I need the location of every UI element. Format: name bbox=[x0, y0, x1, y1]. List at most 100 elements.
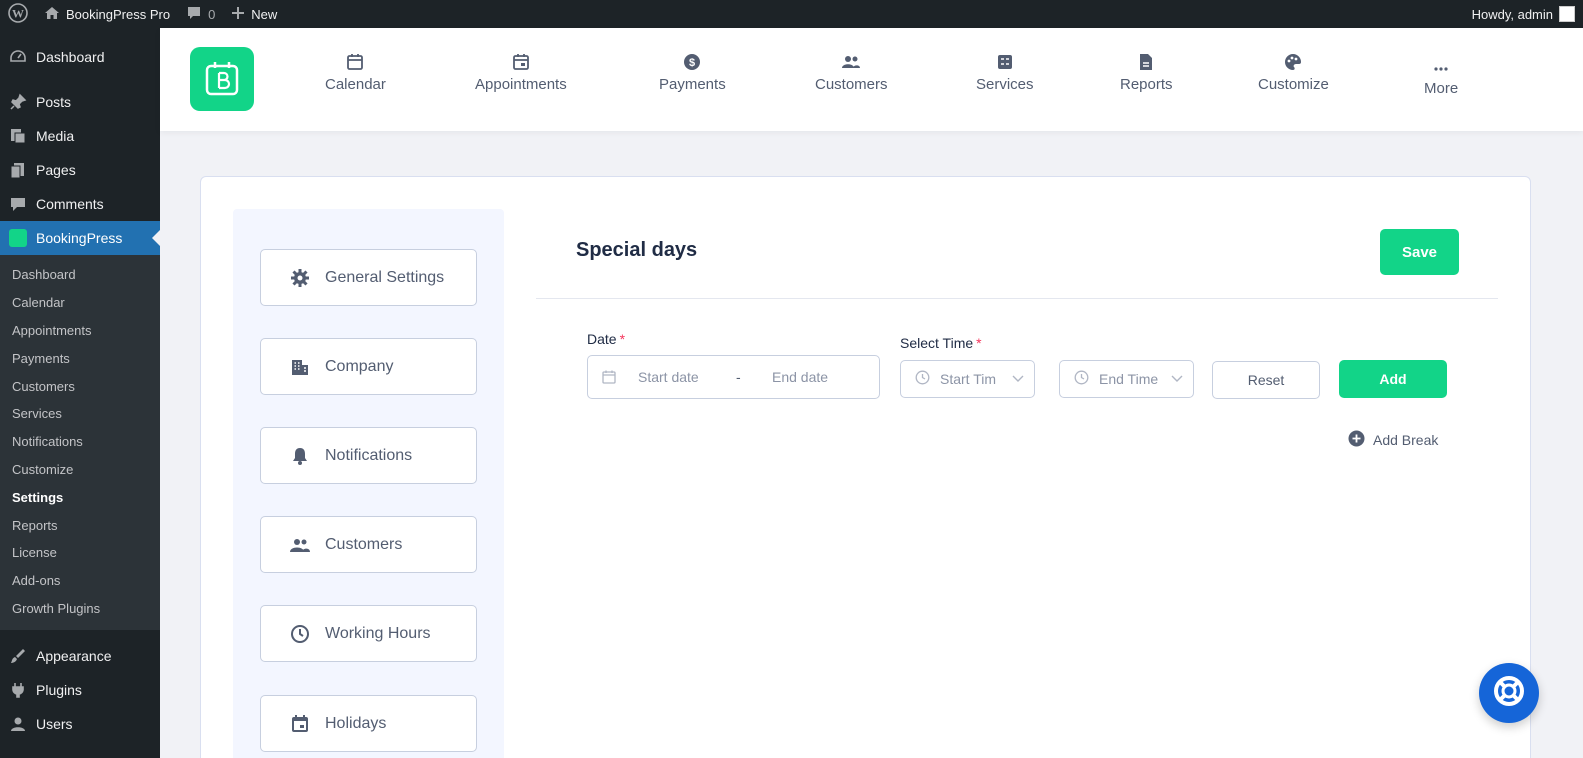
bookingpress-top-nav: Calendar Appointments $ Payments Custome… bbox=[160, 28, 1583, 131]
building-icon bbox=[289, 356, 311, 378]
wp-menu-dashboard[interactable]: Dashboard bbox=[0, 40, 160, 74]
wp-menu-comments[interactable]: Comments bbox=[0, 187, 160, 221]
wp-admin-menu: Dashboard Posts Media Pages Comments Boo… bbox=[0, 28, 160, 758]
wp-menu-posts[interactable]: Posts bbox=[0, 85, 160, 119]
required-mark: * bbox=[976, 335, 982, 351]
nav-customize[interactable]: Customize bbox=[1258, 48, 1329, 93]
bell-icon bbox=[289, 445, 311, 467]
nav-services[interactable]: Services bbox=[976, 48, 1034, 93]
svg-text:W: W bbox=[12, 6, 24, 20]
settings-menu-label: Notifications bbox=[325, 446, 413, 464]
submenu-license[interactable]: License bbox=[0, 539, 160, 567]
submenu-customers[interactable]: Customers bbox=[0, 372, 160, 400]
more-dots-icon bbox=[1432, 52, 1450, 80]
date-label: Date * bbox=[587, 331, 625, 347]
submenu-notifications[interactable]: Notifications bbox=[0, 428, 160, 456]
plus-circle-icon bbox=[1348, 430, 1365, 450]
svg-text:$: $ bbox=[689, 57, 695, 69]
settings-menu-working-hours[interactable]: Working Hours bbox=[260, 605, 477, 662]
date-label-text: Date bbox=[587, 331, 617, 347]
submenu-reports[interactable]: Reports bbox=[0, 511, 160, 539]
plus-icon bbox=[231, 6, 245, 23]
wp-menu-users[interactable]: Users bbox=[0, 707, 160, 741]
wp-menu-appearance[interactable]: Appearance bbox=[0, 639, 160, 673]
submenu-calendar[interactable]: Calendar bbox=[0, 289, 160, 317]
gear-icon bbox=[289, 267, 311, 289]
nav-calendar[interactable]: Calendar bbox=[325, 48, 386, 93]
submenu-services[interactable]: Services bbox=[0, 400, 160, 428]
calendar-check-icon bbox=[512, 48, 530, 76]
bookingpress-logo[interactable] bbox=[190, 47, 254, 111]
reset-button[interactable]: Reset bbox=[1212, 361, 1320, 399]
nav-appointments[interactable]: Appointments bbox=[475, 48, 567, 93]
nav-label: Customize bbox=[1258, 76, 1329, 93]
wp-logo-menu[interactable]: W bbox=[0, 0, 36, 28]
submenu-addons[interactable]: Add-ons bbox=[0, 567, 160, 595]
wp-menu-bookingpress[interactable]: BookingPress bbox=[0, 221, 160, 255]
new-label: New bbox=[251, 6, 278, 22]
settings-menu-general[interactable]: General Settings bbox=[260, 249, 477, 306]
wp-menu-plugins[interactable]: Plugins bbox=[0, 673, 160, 707]
pages-icon bbox=[8, 160, 28, 180]
add-button[interactable]: Add bbox=[1339, 360, 1447, 398]
nav-label: Reports bbox=[1120, 76, 1173, 93]
wp-menu-label: Users bbox=[36, 716, 73, 733]
save-button[interactable]: Save bbox=[1380, 229, 1459, 275]
calendar-icon bbox=[289, 713, 311, 735]
submenu-appointments[interactable]: Appointments bbox=[0, 317, 160, 345]
nav-reports[interactable]: Reports bbox=[1120, 48, 1173, 93]
nav-customers[interactable]: Customers bbox=[815, 48, 888, 93]
settings-menu-label: General Settings bbox=[325, 268, 445, 286]
submenu-settings[interactable]: Settings bbox=[0, 483, 160, 511]
comment-icon bbox=[8, 194, 28, 214]
nav-label: Appointments bbox=[475, 76, 567, 93]
settings-menu-company[interactable]: Company bbox=[260, 338, 477, 395]
pin-icon bbox=[8, 92, 28, 112]
end-time-value: End Time bbox=[1099, 371, 1159, 387]
brush-icon bbox=[8, 646, 28, 666]
add-break-button[interactable]: Add Break bbox=[1348, 430, 1438, 450]
settings-menu-holidays[interactable]: Holidays bbox=[260, 695, 477, 752]
settings-menu-customers[interactable]: Customers bbox=[260, 516, 477, 573]
nav-label: Calendar bbox=[325, 76, 386, 93]
submenu-payments[interactable]: Payments bbox=[0, 344, 160, 372]
submenu-dashboard[interactable]: Dashboard bbox=[0, 261, 160, 289]
wordpress-icon: W bbox=[8, 2, 28, 26]
wp-menu-media[interactable]: Media bbox=[0, 119, 160, 153]
admin-bar: W BookingPress Pro 0 New Howdy, admin bbox=[0, 0, 1583, 28]
chevron-down-icon bbox=[1171, 375, 1183, 383]
nav-more[interactable]: More bbox=[1424, 52, 1458, 97]
calendar-icon bbox=[346, 48, 364, 76]
comments-link[interactable]: 0 bbox=[178, 0, 223, 28]
dollar-icon: $ bbox=[683, 48, 701, 76]
settings-menu-notifications[interactable]: Notifications bbox=[260, 427, 477, 484]
submenu-growth-plugins[interactable]: Growth Plugins bbox=[0, 595, 160, 623]
start-time-select[interactable]: Start Tim bbox=[900, 360, 1035, 398]
submenu-customize[interactable]: Customize bbox=[0, 456, 160, 484]
customers-icon bbox=[841, 48, 861, 76]
services-icon bbox=[996, 48, 1014, 76]
date-range-picker[interactable]: Start date - End date bbox=[587, 355, 880, 399]
start-date-input[interactable]: Start date bbox=[638, 369, 728, 385]
nav-payments[interactable]: $ Payments bbox=[659, 48, 726, 93]
my-account-link[interactable]: Howdy, admin bbox=[1472, 6, 1583, 22]
home-icon bbox=[44, 5, 60, 24]
bookingpress-logo-icon bbox=[205, 62, 239, 96]
chevron-down-icon bbox=[1012, 375, 1024, 383]
howdy-text: Howdy, admin bbox=[1471, 6, 1553, 22]
calendar-icon bbox=[602, 370, 620, 384]
wp-menu-label: Pages bbox=[36, 162, 76, 178]
new-content-link[interactable]: New bbox=[223, 0, 285, 28]
settings-menu-label: Customers bbox=[325, 535, 403, 553]
avatar bbox=[1559, 6, 1575, 22]
dashboard-icon bbox=[8, 47, 28, 67]
end-time-select[interactable]: End Time bbox=[1059, 360, 1194, 398]
help-button[interactable] bbox=[1479, 663, 1539, 723]
wp-menu-pages[interactable]: Pages bbox=[0, 153, 160, 187]
comments-count: 0 bbox=[208, 6, 216, 22]
site-name-link[interactable]: BookingPress Pro bbox=[36, 0, 178, 28]
plug-icon bbox=[8, 680, 28, 700]
end-date-input[interactable]: End date bbox=[772, 369, 828, 385]
start-time-value: Start Tim bbox=[940, 371, 997, 387]
clock-icon bbox=[289, 623, 311, 645]
